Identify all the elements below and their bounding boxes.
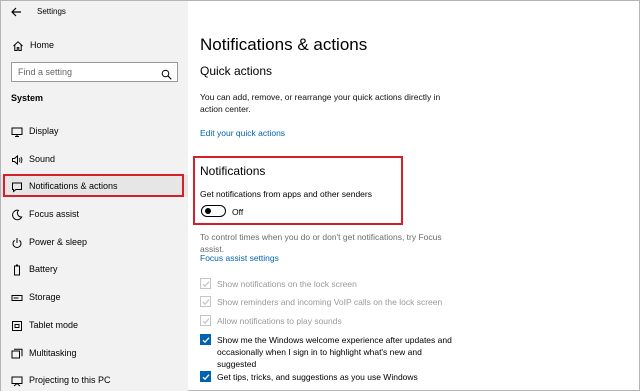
- back-arrow-icon[interactable]: [9, 5, 23, 19]
- tablet-icon: [11, 319, 23, 331]
- battery-icon: [11, 263, 23, 276]
- checkbox[interactable]: [200, 371, 211, 382]
- sidebar-item-label: Display: [29, 126, 59, 136]
- checkbox-label: Show reminders and incoming VoIP calls o…: [217, 297, 443, 307]
- sidebar-item-label: Storage: [29, 292, 61, 302]
- projecting-icon: [11, 374, 23, 387]
- settings-window: Settings Home System Display Sound: [0, 0, 640, 391]
- sidebar-item-storage[interactable]: Storage: [1, 286, 188, 308]
- sidebar-item-label: Power & sleep: [29, 237, 88, 247]
- sidebar-item-label: Battery: [29, 264, 58, 274]
- main-content: Notifications & actions Quick actions Yo…: [188, 1, 640, 391]
- notifications-setting-label: Get notifications from apps and other se…: [200, 189, 372, 199]
- section-heading: System: [11, 93, 44, 103]
- sidebar-item-label: Multitasking: [29, 348, 77, 358]
- focus-assist-note: To control times when you do or don't ge…: [200, 232, 442, 254]
- home-icon: [12, 39, 24, 51]
- sidebar-item-multitasking[interactable]: Multitasking: [1, 342, 188, 364]
- sidebar-item-label: Home: [30, 40, 55, 50]
- page-title: Notifications & actions: [200, 35, 368, 54]
- display-icon: [11, 125, 23, 137]
- checkbox-label: Allow notifications to play sounds: [217, 316, 342, 326]
- checkbox-label: Get tips, tricks, and suggestions as you…: [217, 372, 418, 382]
- checkbox[interactable]: [200, 278, 211, 289]
- sidebar-item-projecting[interactable]: Projecting to this PC: [1, 369, 188, 391]
- sound-icon: [11, 153, 23, 166]
- title-bar: Settings: [1, 1, 188, 25]
- checkbox[interactable]: [200, 315, 211, 326]
- quick-actions-heading: Quick actions: [200, 64, 273, 78]
- storage-icon: [11, 291, 23, 303]
- sidebar-item-label: Focus assist: [29, 209, 80, 219]
- search-icon[interactable]: [161, 67, 172, 80]
- notifications-toggle[interactable]: [201, 205, 226, 217]
- notifications-heading: Notifications: [200, 164, 266, 178]
- focus-assist-icon: [11, 208, 23, 221]
- sidebar-item-tablet-mode[interactable]: Tablet mode: [1, 314, 188, 336]
- toggle-state-label: Off: [232, 207, 244, 217]
- multitasking-icon: [11, 347, 23, 359]
- focus-assist-settings-link[interactable]: Focus assist settings: [200, 253, 279, 263]
- search-input[interactable]: [12, 63, 152, 81]
- sidebar-item-home[interactable]: Home: [1, 35, 188, 55]
- sidebar-item-label: Projecting to this PC: [29, 375, 111, 385]
- checkbox-label: Show me the Windows welcome experience a…: [217, 335, 452, 369]
- sidebar-item-power-sleep[interactable]: Power & sleep: [1, 231, 188, 253]
- checkbox-label: Show notifications on the lock screen: [217, 279, 357, 289]
- search-box: [11, 62, 178, 82]
- sidebar-item-label: Tablet mode: [29, 320, 79, 330]
- sidebar-item-label: Sound: [29, 154, 56, 164]
- app-title: Settings: [37, 7, 66, 16]
- sidebar-item-display[interactable]: Display: [1, 120, 188, 142]
- toggle-knob: [204, 207, 211, 214]
- checkbox[interactable]: [200, 334, 211, 345]
- sidebar-item-sound[interactable]: Sound: [1, 148, 188, 170]
- selection-highlight-box: [3, 174, 184, 197]
- quick-actions-description: You can add, remove, or rearrange your q…: [200, 92, 441, 114]
- checkbox[interactable]: [200, 296, 211, 307]
- sidebar-item-battery[interactable]: Battery: [1, 258, 188, 280]
- edit-quick-actions-link[interactable]: Edit your quick actions: [200, 128, 285, 138]
- sidebar: Settings Home System Display Sound: [1, 1, 188, 391]
- sidebar-item-focus-assist[interactable]: Focus assist: [1, 203, 188, 225]
- power-icon: [11, 236, 23, 248]
